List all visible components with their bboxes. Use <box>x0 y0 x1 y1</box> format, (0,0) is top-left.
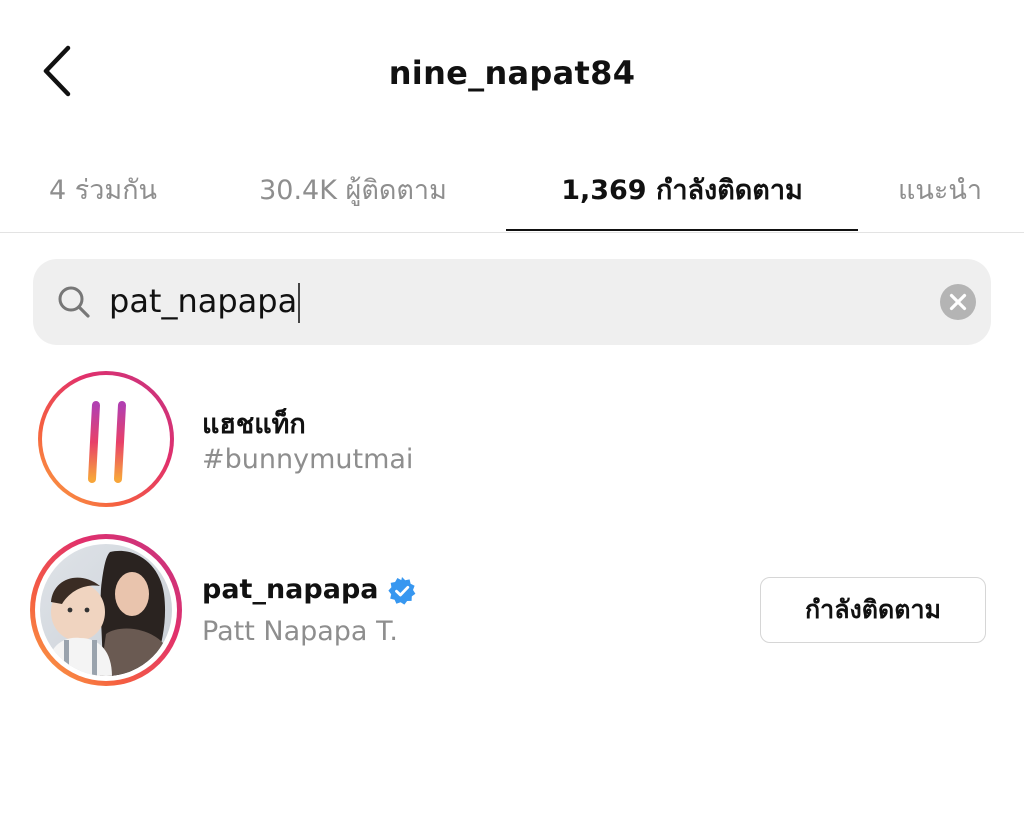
hashtag-result-title: แฮชแท็ก <box>202 409 306 440</box>
hashtag-icon <box>70 401 142 483</box>
clear-icon[interactable] <box>939 283 977 321</box>
following-button[interactable]: กำลังติดตาม <box>760 577 986 643</box>
tab-bar: 4 ร่วมกัน 30.4K ผู้ติดตาม 1,369 กำลังติด… <box>0 150 1024 233</box>
text-caret <box>298 283 301 323</box>
profile-photo-icon <box>40 544 172 676</box>
hashtag-result-subtitle: #bunnymutmai <box>202 444 414 475</box>
tab-suggested[interactable]: แนะนำ <box>886 162 994 220</box>
tab-mutual[interactable]: 4 ร่วมกัน <box>28 162 178 220</box>
search-icon <box>58 286 90 318</box>
user-result-username-row: pat_napapa <box>202 574 417 606</box>
search-input[interactable]: pat_napapa <box>109 279 301 323</box>
search-bar[interactable]: pat_napapa <box>33 259 991 345</box>
verified-badge-icon <box>387 576 415 605</box>
page-title: nine_napat84 <box>388 54 636 92</box>
user-result-row[interactable]: pat_napapa Patt Napapa T. กำลังติดตาม <box>0 528 1024 688</box>
hashtag-avatar <box>38 371 174 507</box>
tab-followers[interactable]: 30.4K ผู้ติดตาม <box>238 162 468 220</box>
hashtag-result-row[interactable]: แฮชแท็ก #bunnymutmai <box>0 364 1024 514</box>
search-input-value: pat_napapa <box>109 282 298 320</box>
user-result-fullname: Patt Napapa T. <box>202 616 398 647</box>
active-tab-indicator <box>506 229 858 231</box>
user-avatar[interactable] <box>30 534 182 686</box>
tab-following[interactable]: 1,369 กำลังติดตาม <box>530 162 834 220</box>
user-result-username: pat_napapa <box>202 574 379 605</box>
top-bar: nine_napat84 <box>0 0 1024 150</box>
